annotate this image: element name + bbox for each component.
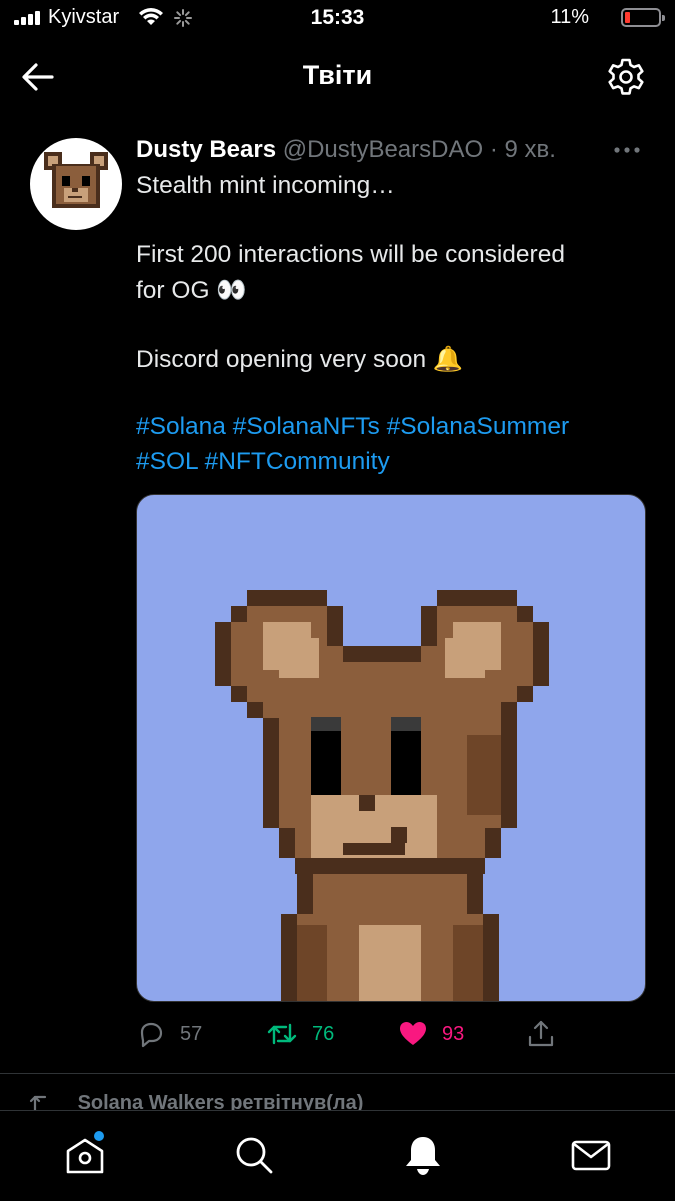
hashtag-row: #SOL #NFTCommunity (136, 448, 390, 476)
meta-separator: · (489, 136, 498, 163)
reply-button[interactable]: 57 (136, 1016, 202, 1052)
tweet-text-line: Stealth mint incoming… (136, 172, 395, 199)
gear-icon[interactable] (605, 56, 647, 98)
author-name[interactable]: Dusty Bears (136, 136, 276, 163)
reply-count: 57 (180, 1022, 203, 1045)
tweet-image[interactable] (136, 494, 646, 1002)
bell-icon[interactable] (401, 1133, 445, 1177)
more-options-icon[interactable] (613, 146, 641, 154)
heart-icon (400, 1022, 426, 1045)
pixel-bear-image (215, 590, 549, 1001)
bottom-tab-bar (0, 1110, 675, 1201)
retweet-button[interactable]: 76 (266, 1016, 334, 1052)
top-nav: Твіти (0, 40, 675, 112)
hashtag-link[interactable]: #Solana (136, 413, 226, 440)
retweet-icon (29, 1095, 47, 1112)
battery-icon (621, 8, 665, 27)
battery-percent: 11% (550, 6, 589, 28)
divider (0, 1073, 675, 1074)
hashtag-link[interactable]: #SolanaSummer (387, 413, 569, 440)
like-button[interactable]: 93 (398, 1016, 464, 1052)
avatar[interactable] (30, 138, 122, 230)
hashtag-link[interactable]: #SOL (136, 448, 198, 475)
share-icon (528, 1020, 554, 1047)
hashtag-link[interactable]: #SolanaNFTs (233, 413, 380, 440)
like-count: 93 (442, 1022, 465, 1045)
search-icon[interactable] (232, 1133, 276, 1177)
reply-icon (140, 1022, 163, 1048)
share-button[interactable] (526, 1016, 570, 1052)
mail-icon[interactable] (569, 1133, 613, 1177)
tweet-header: Dusty Bears @DustyBearsDAO · 9 хв. (136, 136, 556, 164)
status-bar: Kyivstar 15:33 11% (0, 0, 675, 38)
tweet-text-line: First 200 interactions will be considere… (136, 241, 565, 268)
retweet-icon (267, 1023, 297, 1045)
notification-dot (94, 1131, 104, 1141)
hashtag-link[interactable]: #NFTCommunity (205, 448, 390, 475)
tweet-text-line: for OG 👀 (136, 277, 247, 304)
tweet-time[interactable]: 9 хв. (505, 136, 556, 163)
tweet-actions: 57 76 93 (136, 1016, 636, 1052)
author-handle[interactable]: @DustyBearsDAO (283, 136, 483, 163)
hashtag-row: #Solana #SolanaNFTs #SolanaSummer (136, 413, 569, 441)
page-title: Твіти (302, 60, 373, 90)
retweet-count: 76 (312, 1022, 335, 1045)
tweet-text-line: Discord opening very soon 🔔 (136, 346, 464, 373)
